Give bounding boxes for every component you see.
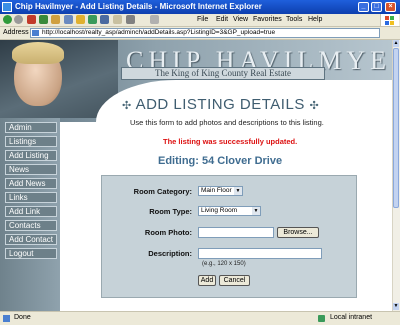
address-input[interactable]: http://localhost/realty_asp/adminch/addD… — [30, 28, 380, 38]
page-content: CHIP HAVILMYER The King of King County R… — [0, 40, 392, 311]
agent-hair — [12, 42, 64, 64]
scroll-thumb[interactable] — [393, 48, 399, 208]
back-icon[interactable] — [3, 15, 12, 24]
ie-icon — [2, 2, 12, 12]
menu-help[interactable]: Help — [308, 15, 322, 25]
description-label: Description: — [148, 249, 192, 258]
room-type-select[interactable]: Living Room ▼ — [198, 206, 261, 216]
browse-button[interactable]: Browse... — [277, 227, 319, 238]
toolbar: File Edit View Favorites Tools Help — [0, 14, 400, 27]
nav-admin[interactable]: Admin — [5, 122, 57, 133]
menu-tools[interactable]: Tools — [286, 15, 302, 25]
chevron-down-icon: ▼ — [234, 187, 242, 195]
address-url: http://localhost/realty_asp/adminch/addD… — [42, 29, 276, 36]
nav-add-contact[interactable]: Add Contact — [5, 234, 57, 245]
room-category-value: Main Floor — [201, 187, 232, 194]
nav-news[interactable]: News — [5, 164, 57, 175]
page-heading-text: ADD LISTING DETAILS — [135, 96, 305, 113]
window-title-bar: Chip Havilmyer - Add Listing Details - M… — [0, 0, 400, 14]
chevron-down-icon: ▼ — [252, 207, 260, 215]
page-heading: ✣ ADD LISTING DETAILS ✣ — [122, 96, 362, 113]
status-bar: Done Local intranet — [0, 311, 400, 325]
nav-add-link[interactable]: Add Link — [5, 206, 57, 217]
address-bar: Address http://localhost/realty_asp/admi… — [0, 27, 400, 62]
details-form: Room Category: Main Floor ▼ Room Type: L… — [101, 175, 357, 298]
history-icon[interactable] — [100, 15, 109, 24]
nav-add-news[interactable]: Add News — [5, 178, 57, 189]
ornament-left-icon: ✣ — [122, 99, 132, 112]
minimize-button[interactable]: _ — [358, 2, 369, 12]
intranet-icon — [318, 315, 325, 322]
scroll-down-icon[interactable]: ▼ — [393, 303, 399, 310]
nav-contacts[interactable]: Contacts — [5, 220, 57, 231]
room-photo-label: Room Photo: — [144, 228, 192, 237]
favorites-icon[interactable] — [76, 15, 85, 24]
room-type-label: Room Type: — [149, 207, 192, 216]
success-message: The listing was successfully updated. — [163, 137, 298, 146]
status-text: Done — [14, 314, 31, 321]
address-label: Address — [3, 29, 29, 36]
add-button[interactable]: Add — [198, 275, 216, 286]
menu-view[interactable]: View — [233, 15, 248, 25]
nav-add-listing[interactable]: Add Listing — [5, 150, 57, 161]
room-category-select[interactable]: Main Floor ▼ — [198, 186, 243, 196]
search-icon[interactable] — [64, 15, 73, 24]
room-photo-input[interactable] — [198, 227, 274, 238]
menu-favorites[interactable]: Favorites — [253, 15, 282, 25]
instructions: Use this form to add photos and descript… — [130, 118, 324, 127]
nav-logout[interactable]: Logout — [5, 248, 57, 259]
room-category-label: Room Category: — [133, 187, 192, 196]
window-title: Chip Havilmyer - Add Listing Details - M… — [15, 2, 262, 11]
ornament-right-icon: ✣ — [309, 99, 320, 112]
home-icon[interactable] — [51, 15, 60, 24]
room-type-value: Living Room — [201, 207, 238, 214]
refresh-icon[interactable] — [39, 15, 48, 24]
description-hint: (e.g., 120 x 150) — [202, 261, 246, 267]
media-icon[interactable] — [88, 15, 97, 24]
nav-links[interactable]: Links — [5, 192, 57, 203]
done-icon — [3, 315, 10, 322]
editing-title: Editing: 54 Clover Drive — [158, 155, 283, 167]
close-button[interactable]: × — [385, 2, 396, 12]
forward-icon[interactable] — [14, 15, 23, 24]
description-input[interactable] — [198, 248, 322, 259]
menu-edit[interactable]: Edit — [216, 15, 228, 25]
mail-icon[interactable] — [113, 15, 122, 24]
print-icon[interactable] — [126, 15, 135, 24]
security-zone: Local intranet — [330, 314, 373, 321]
windows-logo — [380, 14, 399, 26]
stop-icon[interactable] — [27, 15, 36, 24]
page-icon — [32, 30, 39, 36]
tagline: The King of King County Real Estate — [121, 67, 325, 80]
cancel-button[interactable]: Cancel — [219, 275, 250, 286]
edit-icon[interactable] — [150, 15, 159, 24]
menu-file[interactable]: File — [197, 15, 208, 25]
nav-listings[interactable]: Listings — [5, 136, 57, 147]
maximize-button[interactable]: □ — [371, 2, 382, 12]
scroll-up-icon[interactable]: ▲ — [393, 40, 399, 47]
